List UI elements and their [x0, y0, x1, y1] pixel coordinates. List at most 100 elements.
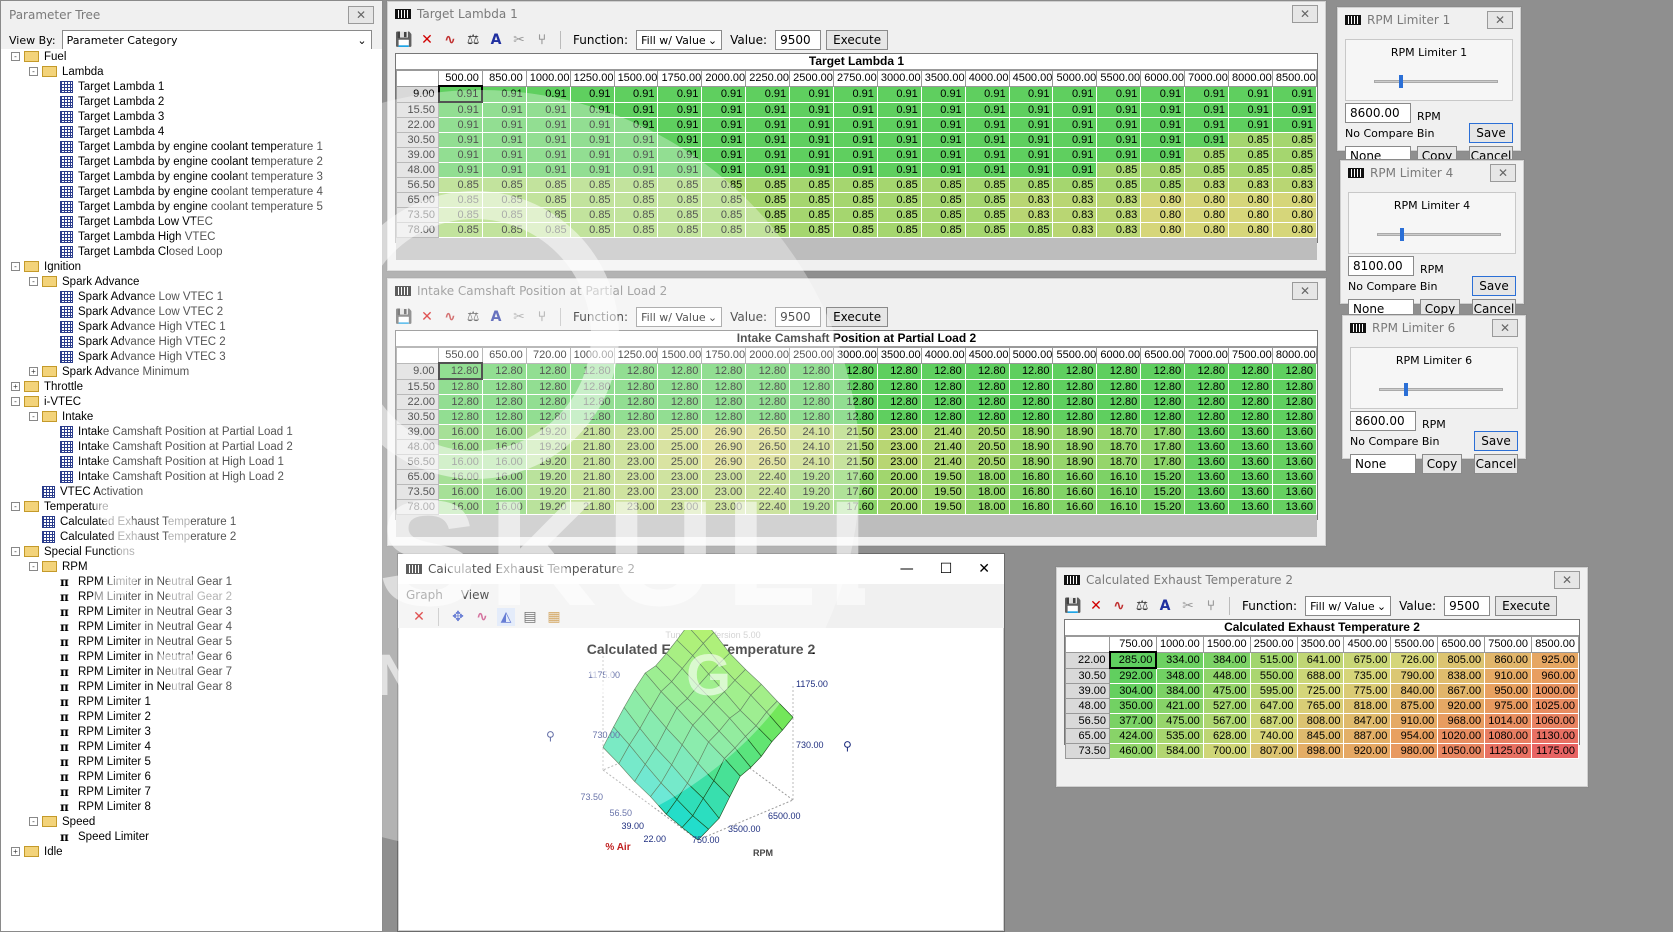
- tree-item[interactable]: - RPM: [29, 559, 88, 574]
- table-cell[interactable]: 0.83: [1052, 192, 1098, 208]
- function-select[interactable]: Fill w/ Value ⌄: [1305, 596, 1392, 616]
- column-header[interactable]: 5500.00: [1052, 347, 1098, 364]
- tree-item[interactable]: VTEC Activation: [29, 484, 143, 499]
- table-cell[interactable]: 0.91: [657, 132, 703, 148]
- column-header[interactable]: 5000.00: [1052, 70, 1098, 87]
- table-cell[interactable]: 0.85: [920, 222, 966, 238]
- column-header[interactable]: 2500.00: [789, 347, 835, 364]
- table-cell[interactable]: 740.00: [1249, 728, 1298, 744]
- table-cell[interactable]: 0.91: [613, 101, 659, 118]
- column-header[interactable]: 3000.00: [876, 70, 922, 87]
- column-header[interactable]: 7500.00: [1228, 347, 1273, 364]
- table-cell[interactable]: 0.91: [1184, 132, 1230, 148]
- table-cell[interactable]: 0.91: [481, 162, 527, 178]
- value-input[interactable]: 9500: [775, 307, 822, 327]
- table-cell[interactable]: 847.00: [1343, 713, 1392, 729]
- row-header[interactable]: 9.00: [396, 362, 439, 380]
- save-button[interactable]: Save: [1472, 276, 1516, 296]
- tree-item[interactable]: Target Lambda by engine coolant temperat…: [47, 139, 323, 154]
- column-header[interactable]: 550.00: [438, 347, 483, 364]
- close-icon[interactable]: ✕: [1487, 11, 1513, 29]
- execute-button[interactable]: Execute: [826, 30, 889, 50]
- table-cell[interactable]: 0.91: [437, 85, 484, 103]
- tree-item[interactable]: - i-VTEC: [11, 394, 81, 409]
- graph-icon[interactable]: ∿: [441, 31, 459, 49]
- table-cell[interactable]: 0.91: [701, 147, 747, 163]
- table-cell[interactable]: 0.85: [964, 207, 1010, 223]
- collapse-icon[interactable]: -: [29, 412, 38, 421]
- row-header[interactable]: 22.00: [396, 117, 439, 133]
- table-cell[interactable]: 0.91: [1096, 132, 1142, 148]
- column-header[interactable]: 4500.00: [1008, 70, 1054, 87]
- table-cell[interactable]: 0.85: [701, 222, 747, 238]
- table-cell[interactable]: 12.80: [789, 409, 835, 425]
- column-header[interactable]: 1250.00: [613, 347, 659, 364]
- table-cell[interactable]: 0.80: [1228, 192, 1273, 208]
- table-cell[interactable]: 19.20: [525, 469, 571, 485]
- table-cell[interactable]: 0.91: [1052, 147, 1098, 163]
- table-cell[interactable]: 13.60: [1228, 454, 1273, 470]
- table-cell[interactable]: 0.80: [1228, 207, 1273, 223]
- table-cell[interactable]: 22.40: [745, 484, 791, 500]
- table-cell[interactable]: 0.85: [657, 207, 703, 223]
- column-header[interactable]: 7000.00: [1184, 70, 1230, 87]
- table-cell[interactable]: 0.91: [438, 162, 483, 178]
- row-header[interactable]: 78.00: [396, 499, 439, 515]
- tree-item[interactable]: Spark Advance Low VTEC 1: [47, 289, 223, 304]
- tree-item[interactable]: π RPM Limiter 8: [47, 799, 151, 814]
- table-cell[interactable]: 475.00: [1202, 683, 1251, 699]
- table-cell[interactable]: 867.00: [1437, 683, 1486, 699]
- tree-item[interactable]: Spark Advance Low VTEC 2: [47, 304, 223, 319]
- table-cell[interactable]: 18.00: [964, 469, 1010, 485]
- table-cell[interactable]: 12.80: [701, 362, 747, 380]
- table-cell[interactable]: 1014.00: [1484, 713, 1533, 729]
- table-cell[interactable]: 0.91: [1008, 117, 1054, 133]
- table-cell[interactable]: 0.91: [964, 132, 1010, 148]
- table-cell[interactable]: 16.00: [438, 499, 483, 515]
- table-cell[interactable]: 0.85: [789, 192, 835, 208]
- graph-grid-icon[interactable]: ▤: [521, 608, 539, 626]
- table-cell[interactable]: 19.50: [920, 499, 966, 515]
- compare-icon[interactable]: ⚖: [464, 31, 482, 49]
- table-cell[interactable]: 12.80: [525, 378, 571, 395]
- tree-item[interactable]: Target Lambda 1: [47, 79, 164, 94]
- table-cell[interactable]: 0.91: [701, 85, 747, 103]
- delete-icon[interactable]: ✕: [1087, 597, 1105, 615]
- row-header[interactable]: 65.00: [1065, 728, 1110, 744]
- table-cell[interactable]: 0.80: [1184, 222, 1230, 238]
- table-cell[interactable]: 13.60: [1228, 439, 1273, 455]
- column-header[interactable]: 1000.00: [569, 347, 615, 364]
- table-cell[interactable]: 0.91: [876, 117, 922, 133]
- table-cell[interactable]: 13.60: [1228, 484, 1273, 500]
- row-header[interactable]: 39.00: [396, 424, 439, 440]
- execute-button[interactable]: Execute: [1495, 596, 1558, 616]
- table-cell[interactable]: 12.80: [876, 362, 922, 380]
- table-cell[interactable]: 304.00: [1109, 683, 1157, 699]
- table-cell[interactable]: 21.80: [569, 484, 615, 500]
- table-cell[interactable]: 21.80: [569, 424, 615, 440]
- table-cell[interactable]: 0.91: [1184, 85, 1230, 103]
- table-cell[interactable]: 0.91: [1184, 117, 1230, 133]
- table-cell[interactable]: 808.00: [1296, 713, 1345, 729]
- table-cell[interactable]: 0.91: [920, 101, 966, 118]
- row-header[interactable]: 56.50: [1065, 713, 1110, 729]
- table-cell[interactable]: 12.80: [876, 378, 922, 395]
- table-cell[interactable]: 0.91: [525, 85, 571, 103]
- tree-item[interactable]: π RPM Limiter 7: [47, 784, 151, 799]
- table-cell[interactable]: 0.85: [481, 177, 527, 193]
- tree-item[interactable]: Target Lambda by engine coolant temperat…: [47, 199, 323, 214]
- column-header[interactable]: 2250.00: [745, 70, 791, 87]
- table-cell[interactable]: 527.00: [1202, 698, 1251, 714]
- row-header[interactable]: 73.50: [396, 484, 439, 500]
- table-cell[interactable]: 23.00: [613, 499, 659, 515]
- column-header[interactable]: 8500.00: [1271, 70, 1318, 87]
- table-cell[interactable]: 24.10: [789, 424, 835, 440]
- tree-item[interactable]: π RPM Limiter in Neutral Gear 8: [47, 679, 232, 694]
- table-cell[interactable]: 0.91: [1096, 101, 1142, 118]
- table-cell[interactable]: 0.85: [613, 177, 659, 193]
- table-cell[interactable]: 1175.00: [1531, 743, 1579, 759]
- tree-item[interactable]: Target Lambda by engine coolant temperat…: [47, 154, 323, 169]
- table-cell[interactable]: 0.83: [1008, 192, 1054, 208]
- table-cell[interactable]: 25.00: [657, 424, 703, 440]
- table-cell[interactable]: 0.91: [789, 162, 835, 178]
